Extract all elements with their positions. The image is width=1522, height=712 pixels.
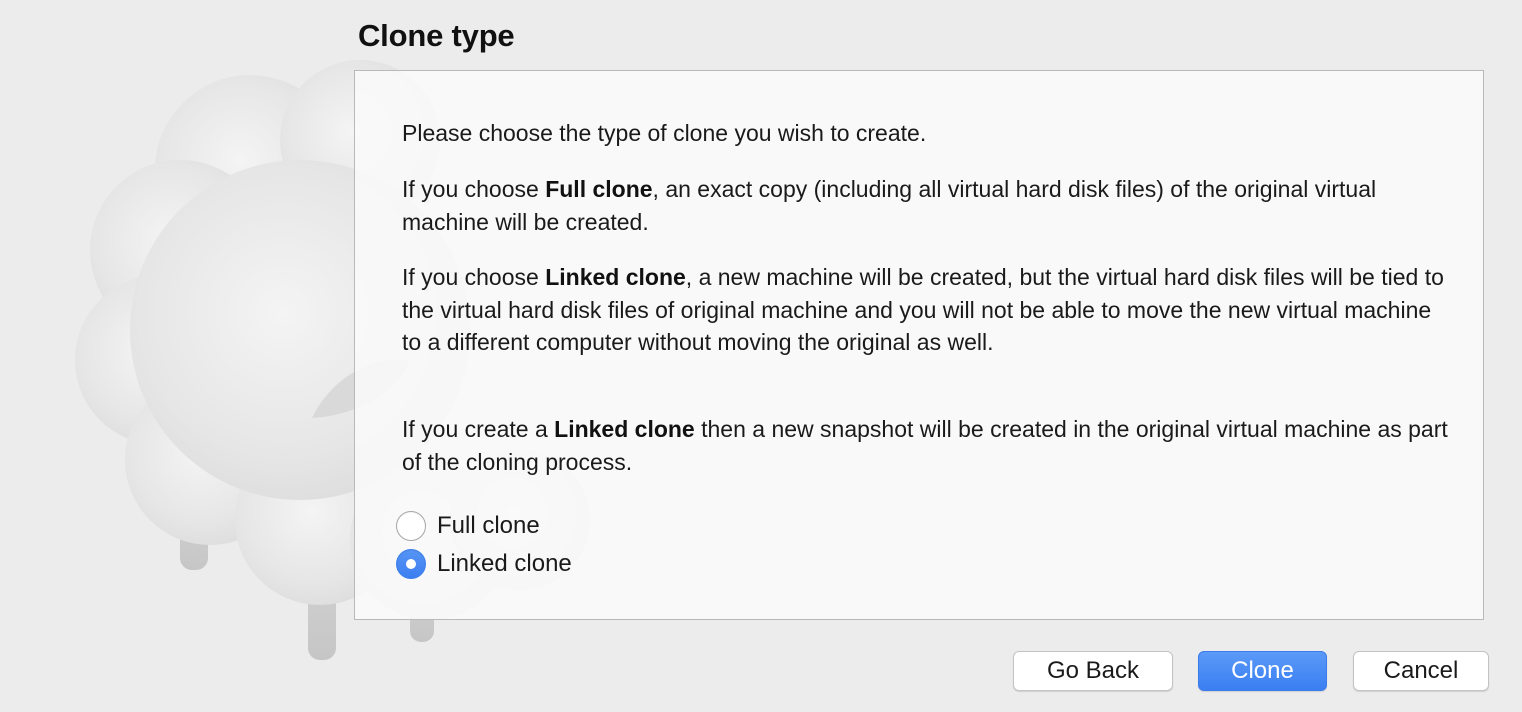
linked-clone-label[interactable]: Linked clone — [437, 550, 572, 578]
linked-clone-radio[interactable] — [396, 549, 426, 579]
cancel-button[interactable]: Cancel — [1353, 651, 1489, 691]
full-clone-label[interactable]: Full clone — [437, 512, 540, 540]
clone-button[interactable]: Clone — [1198, 651, 1327, 691]
linked-clone-description-bold: Linked clone — [545, 264, 686, 290]
full-clone-description-pre: If you choose — [402, 176, 546, 202]
go-back-button[interactable]: Go Back — [1013, 651, 1173, 691]
linked-clone-option[interactable]: Linked clone — [396, 549, 572, 579]
full-clone-description: If you choose Full clone, an exact copy … — [402, 173, 1452, 238]
full-clone-description-bold: Full clone — [545, 176, 653, 202]
intro-text: Please choose the type of clone you wish… — [402, 120, 927, 146]
linked-clone-description-pre: If you choose — [402, 264, 546, 290]
clone-type-panel: Please choose the type of clone you wish… — [354, 70, 1484, 620]
snapshot-note-bold: Linked clone — [554, 416, 695, 442]
linked-clone-description: If you choose Linked clone, a new machin… — [402, 261, 1452, 359]
full-clone-radio[interactable] — [396, 511, 426, 541]
snapshot-note-pre: If you create a — [402, 416, 555, 442]
full-clone-option[interactable]: Full clone — [396, 511, 540, 541]
page-title: Clone type — [358, 18, 515, 53]
snapshot-note: If you create a Linked clone then a new … — [402, 413, 1452, 478]
